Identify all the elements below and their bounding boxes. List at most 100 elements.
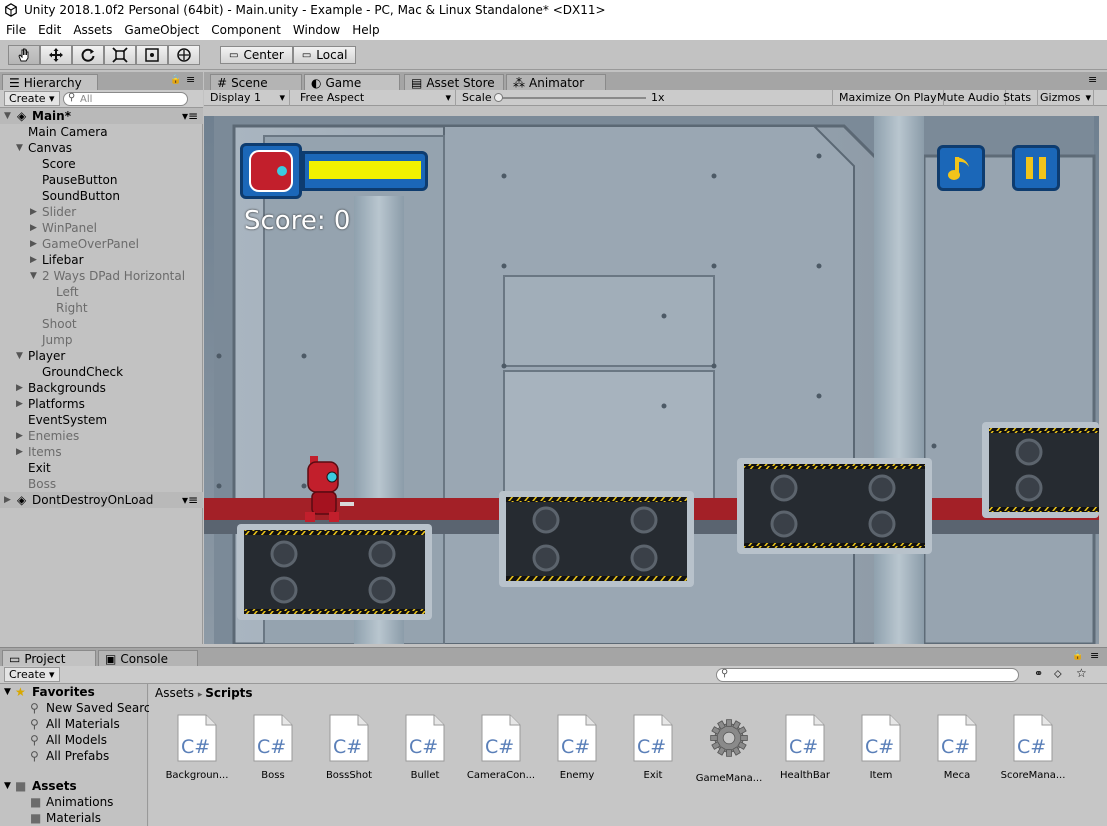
asset-item[interactable]: C# Meca	[919, 714, 995, 781]
hierarchy-item[interactable]: ▼ Canvas	[0, 140, 203, 156]
panel-menu-icon[interactable]: ≡	[186, 73, 195, 86]
panel-menu-icon[interactable]: ≡	[1088, 73, 1097, 86]
stats-toggle[interactable]: Stats	[997, 90, 1039, 106]
pivot-local-button[interactable]: ▭ Local	[292, 46, 357, 64]
pivot-center-button[interactable]: ▭ Center	[220, 46, 293, 64]
menu-file[interactable]: File	[0, 23, 32, 37]
asset-item[interactable]: C# Item	[843, 714, 919, 781]
csharp-label: C#	[637, 736, 667, 758]
hierarchy-item[interactable]: ▶ Platforms	[0, 396, 203, 412]
tab-asset-store[interactable]: ▤ Asset Store	[404, 74, 504, 90]
filter-label-icon[interactable]: ⬦	[1054, 667, 1062, 681]
hierarchy-item[interactable]: SoundButton	[0, 188, 203, 204]
asset-item[interactable]: C# CameraCon...	[463, 714, 539, 781]
hierarchy-item[interactable]: ▶ Lifebar	[0, 252, 203, 268]
rect-tool-button[interactable]	[136, 45, 168, 65]
rotate-tool-button[interactable]	[72, 45, 104, 65]
favorite-item[interactable]: ⚲ All Models	[0, 732, 147, 748]
breadcrumb-assets[interactable]: Assets	[155, 686, 194, 700]
hierarchy-search-input[interactable]: ⚲ All	[63, 92, 188, 106]
scene-row[interactable]: ▼ ◈ Main* ▾≡	[0, 108, 203, 124]
scale-slider[interactable]	[494, 93, 646, 102]
lock-icon[interactable]: 🔒	[170, 75, 181, 85]
hierarchy-item[interactable]: Main Camera	[0, 124, 203, 140]
hierarchy-item[interactable]: Exit	[0, 460, 203, 476]
asset-item[interactable]: GameMana...	[691, 714, 767, 784]
filter-type-icon[interactable]: ⚭	[1034, 667, 1043, 680]
asset-item[interactable]: C# BossShot	[311, 714, 387, 781]
scene-menu-icon[interactable]: ▾≡	[182, 108, 198, 124]
display-dropdown[interactable]: Display 1 ▾	[204, 90, 290, 106]
scene-menu-icon[interactable]: ▾≡	[182, 492, 198, 508]
asset-item[interactable]: C# Backgroun...	[159, 714, 235, 781]
dontdestroy-row[interactable]: ▶ ◈ DontDestroyOnLoad ▾≡	[0, 492, 203, 508]
hierarchy-item[interactable]: Score	[0, 156, 203, 172]
folder-item[interactable]: ■ Materials	[0, 810, 147, 826]
tab-game[interactable]: ◐ Game	[304, 74, 400, 90]
panel-menu-icon[interactable]: ≡	[1090, 649, 1099, 662]
favorites-row[interactable]: ▼ ★ Favorites	[0, 684, 147, 700]
local-icon: ▭	[301, 49, 312, 61]
asset-item[interactable]: C# Exit	[615, 714, 691, 781]
aspect-dropdown[interactable]: Free Aspect ▾	[294, 90, 456, 106]
hierarchy-item[interactable]: Right	[0, 300, 203, 316]
game-viewport[interactable]: Score: 0	[204, 116, 1099, 644]
hierarchy-item[interactable]: Left	[0, 284, 203, 300]
menu-component[interactable]: Component	[205, 23, 287, 37]
scale-tool-button[interactable]	[104, 45, 136, 65]
transform-tool-button[interactable]	[168, 45, 200, 65]
move-tool-button[interactable]	[40, 45, 72, 65]
assets-row[interactable]: ▼ ■ Assets	[0, 778, 147, 794]
favorite-item[interactable]: ⚲ All Prefabs	[0, 748, 147, 764]
tab-console[interactable]: ▣ Console	[98, 650, 198, 666]
folder-item[interactable]: ■ Animations	[0, 794, 147, 810]
hierarchy-item[interactable]: ▶ WinPanel	[0, 220, 203, 236]
hierarchy-item[interactable]: Boss	[0, 476, 203, 492]
maximize-on-play-toggle[interactable]: Maximize On Play	[832, 90, 944, 106]
hierarchy-item[interactable]: Shoot	[0, 316, 203, 332]
menu-edit[interactable]: Edit	[32, 23, 67, 37]
hierarchy-item[interactable]: GroundCheck	[0, 364, 203, 380]
asset-item[interactable]: C# ScoreMana...	[995, 714, 1071, 781]
favorite-item[interactable]: ⚲ All Materials	[0, 716, 147, 732]
favorite-label: New Saved Searc	[46, 701, 151, 715]
hierarchy-item[interactable]: ▶ Items	[0, 444, 203, 460]
pause-button[interactable]	[1012, 145, 1060, 191]
saved-search-icon[interactable]: ☆	[1076, 666, 1087, 680]
hierarchy-item[interactable]: Jump	[0, 332, 203, 348]
hierarchy-create-button[interactable]: Create ▾	[4, 91, 60, 106]
hierarchy-item[interactable]: ▶ Slider	[0, 204, 203, 220]
hierarchy-item[interactable]: ▼ 2 Ways DPad Horizontal	[0, 268, 203, 284]
scale-slider-thumb[interactable]	[494, 93, 503, 102]
tab-project[interactable]: ▭ Project	[2, 650, 96, 666]
asset-item[interactable]: C# Bullet	[387, 714, 463, 781]
sound-button[interactable]	[937, 145, 985, 191]
asset-item[interactable]: C# HealthBar	[767, 714, 843, 781]
tab-scene[interactable]: # Scene	[210, 74, 302, 90]
asset-item[interactable]: C# Enemy	[539, 714, 615, 781]
pause-icon	[1026, 157, 1046, 179]
asset-item[interactable]: C# Boss	[235, 714, 311, 781]
project-search-input[interactable]: ⚲	[716, 668, 1019, 682]
hierarchy-item[interactable]: ▼ Player	[0, 348, 203, 364]
breadcrumb-scripts[interactable]: Scripts	[205, 686, 252, 700]
tab-animator[interactable]: ⁂ Animator	[506, 74, 606, 90]
mute-audio-toggle[interactable]: Mute Audio	[931, 90, 1007, 106]
hierarchy-item[interactable]: ▶ Enemies	[0, 428, 203, 444]
menu-help[interactable]: Help	[346, 23, 385, 37]
project-create-button[interactable]: Create ▾	[4, 667, 60, 682]
menu-assets[interactable]: Assets	[67, 23, 118, 37]
menu-window[interactable]: Window	[287, 23, 346, 37]
hierarchy-item[interactable]: EventSystem	[0, 412, 203, 428]
favorite-item[interactable]: ⚲ New Saved Searc	[0, 700, 151, 716]
game-tabbar: # Scene ◐ Game ▤ Asset Store ⁂ Animator ≡	[204, 72, 1107, 90]
hierarchy-item[interactable]: ▶ Backgrounds	[0, 380, 203, 396]
hand-tool-button[interactable]	[8, 45, 40, 65]
tab-hierarchy[interactable]: ☰ Hierarchy	[2, 74, 98, 90]
hierarchy-item[interactable]: PauseButton	[0, 172, 203, 188]
lock-icon[interactable]: 🔒	[1072, 651, 1083, 661]
hierarchy-item[interactable]: ▶ GameOverPanel	[0, 236, 203, 252]
menu-gameobject[interactable]: GameObject	[118, 23, 205, 37]
player-portrait-frame	[240, 143, 302, 199]
gizmos-dropdown[interactable]: Gizmos ▾	[1034, 90, 1094, 106]
